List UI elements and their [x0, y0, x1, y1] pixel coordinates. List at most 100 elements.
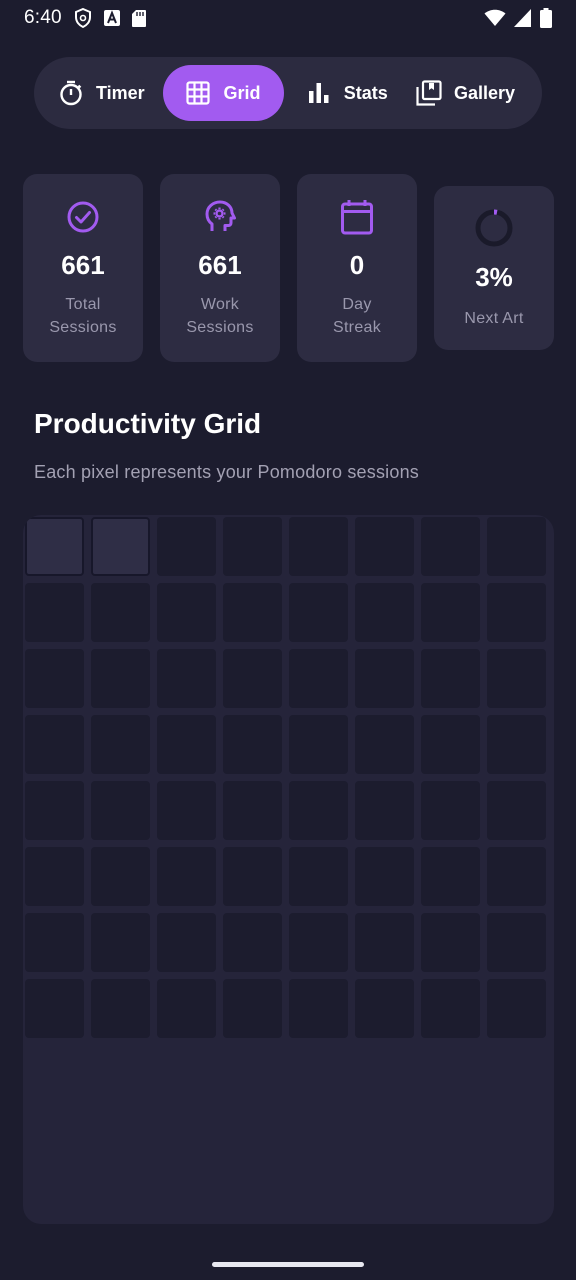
- grid-pixel: [289, 781, 348, 840]
- grid-pixel: [25, 649, 84, 708]
- next-art-label: Next Art: [464, 310, 524, 327]
- grid-pixel: [289, 583, 348, 642]
- grid-pixel: [487, 979, 546, 1038]
- total-sessions-label: Total Sessions: [49, 296, 117, 336]
- grid-pixel: [355, 913, 414, 972]
- productivity-grid-panel: [23, 515, 554, 1224]
- grid-pixel: [421, 715, 480, 774]
- tab-gallery-label: Gallery: [454, 82, 516, 103]
- grid-pixel: [223, 517, 282, 576]
- grid-pixel: [421, 517, 480, 576]
- grid-pixel: [421, 913, 480, 972]
- tab-timer[interactable]: Timer: [44, 65, 163, 121]
- tab-stats-label: Stats: [343, 82, 388, 103]
- grid-pixel: [223, 715, 282, 774]
- grid-pixel: [487, 715, 546, 774]
- grid-pixel: [355, 781, 414, 840]
- day-streak-card: 0 Day Streak: [297, 174, 417, 362]
- grid-pixel: [91, 781, 150, 840]
- grid-pixel: [289, 517, 348, 576]
- battery-icon: [540, 8, 552, 28]
- cellular-icon: [514, 9, 532, 27]
- day-streak-value: 0: [349, 250, 365, 280]
- grid-pixel: [157, 715, 216, 774]
- work-sessions-value: 661: [198, 250, 242, 280]
- productivity-grid: [25, 517, 546, 1038]
- grid-pixel: [25, 979, 84, 1038]
- grid-pixel: [487, 781, 546, 840]
- grid-pixel: [487, 649, 546, 708]
- grid-pixel: [25, 583, 84, 642]
- tab-grid-label: Grid: [223, 82, 261, 103]
- grid-pixel: [25, 517, 84, 576]
- tab-timer-label: Timer: [96, 82, 145, 103]
- grid-pixel: [487, 913, 546, 972]
- calendar-icon: [340, 200, 374, 235]
- grid-pixel: [157, 649, 216, 708]
- status-bar: 6:40: [0, 0, 576, 36]
- brain-gear-icon: [203, 200, 237, 234]
- grid-pixel: [289, 715, 348, 774]
- progress-ring-icon: [474, 208, 514, 248]
- grid-pixel: [91, 517, 150, 576]
- day-streak-label: Day Streak: [332, 296, 382, 336]
- grid-pixel: [223, 979, 282, 1038]
- tab-grid[interactable]: Grid: [163, 65, 284, 121]
- grid-pixel: [421, 847, 480, 906]
- grid-pixel: [157, 517, 216, 576]
- grid-pixel: [421, 979, 480, 1038]
- grid-pixel: [289, 847, 348, 906]
- grid-pixel: [91, 649, 150, 708]
- gallery-icon: [416, 80, 442, 106]
- bar-chart-icon: [306, 80, 332, 106]
- next-art-value: 3%: [475, 262, 513, 292]
- grid-pixel: [91, 979, 150, 1038]
- grid-pixel: [487, 583, 546, 642]
- grid-pixel: [421, 583, 480, 642]
- grid-pixel: [223, 649, 282, 708]
- grid-pixel: [355, 979, 414, 1038]
- top-navigation: Timer Grid Stats Gallery: [34, 57, 542, 129]
- wifi-icon: [484, 9, 506, 27]
- work-sessions-label: Work Sessions: [186, 296, 254, 336]
- grid-pixel: [223, 781, 282, 840]
- page-title: Productivity Grid: [34, 408, 262, 439]
- grid-pixel: [355, 583, 414, 642]
- grid-pixel: [355, 715, 414, 774]
- home-indicator[interactable]: [212, 1262, 364, 1267]
- grid-pixel: [421, 649, 480, 708]
- page-subtitle: Each pixel represents your Pomodoro sess…: [34, 462, 419, 482]
- grid-pixel: [91, 913, 150, 972]
- tab-gallery[interactable]: Gallery: [404, 65, 532, 121]
- grid-pixel: [91, 715, 150, 774]
- grid-pixel: [355, 847, 414, 906]
- total-sessions-value: 661: [61, 250, 105, 280]
- shield-icon: [74, 8, 92, 28]
- grid-pixel: [25, 913, 84, 972]
- grid-pixel: [25, 715, 84, 774]
- grid-pixel: [289, 979, 348, 1038]
- grid-pixel: [355, 517, 414, 576]
- grid-pixel: [157, 847, 216, 906]
- grid-pixel: [157, 781, 216, 840]
- grid-pixel: [421, 781, 480, 840]
- tab-stats[interactable]: Stats: [286, 65, 404, 121]
- grid-pixel: [355, 649, 414, 708]
- grid-icon: [185, 80, 211, 106]
- grid-pixel: [157, 979, 216, 1038]
- grid-pixel: [223, 583, 282, 642]
- grid-pixel: [289, 913, 348, 972]
- grid-pixel: [91, 583, 150, 642]
- grid-pixel: [487, 517, 546, 576]
- status-time: 6:40: [24, 7, 62, 28]
- grid-pixel: [289, 649, 348, 708]
- grid-pixel: [157, 583, 216, 642]
- grid-pixel: [487, 847, 546, 906]
- stopwatch-icon: [58, 80, 84, 106]
- sd-card-icon: [131, 9, 146, 27]
- a-letter-icon: [103, 10, 120, 26]
- grid-pixel: [25, 781, 84, 840]
- grid-pixel: [157, 913, 216, 972]
- grid-pixel: [223, 847, 282, 906]
- work-sessions-card: 661 Work Sessions: [160, 174, 280, 362]
